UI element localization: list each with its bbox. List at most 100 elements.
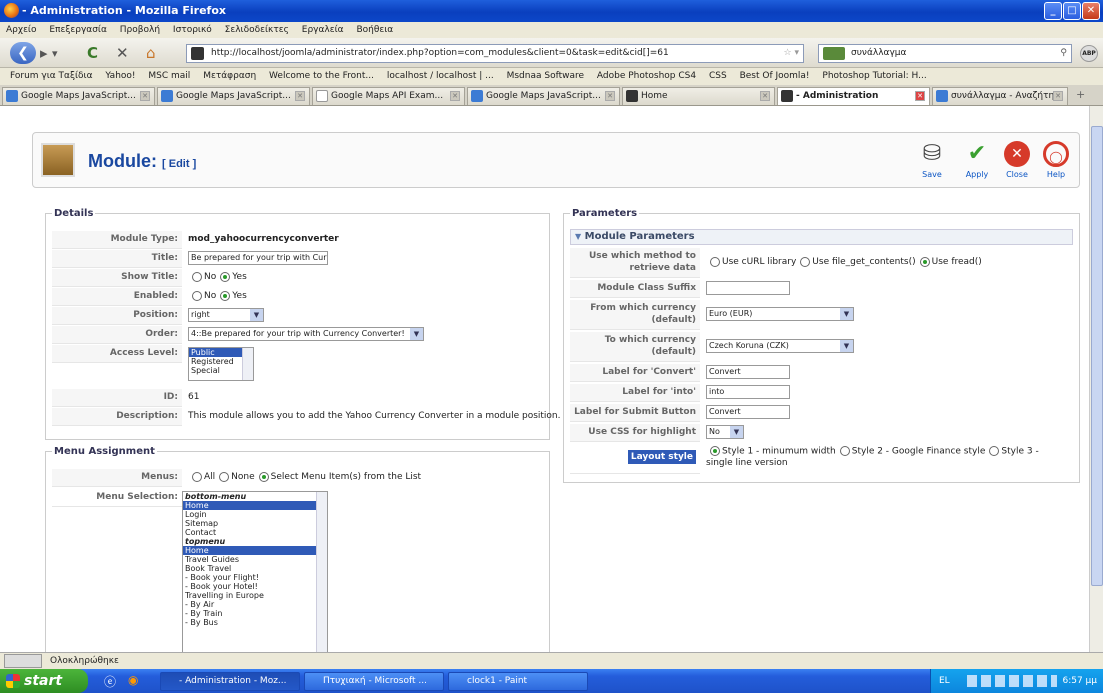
maximize-button[interactable]: □ bbox=[1063, 2, 1081, 20]
tab-close-icon[interactable]: ✕ bbox=[915, 91, 925, 101]
submit-label-input[interactable]: Convert bbox=[706, 404, 790, 419]
save-button[interactable]: ⛁ Save bbox=[912, 141, 952, 179]
menus-select-radio[interactable] bbox=[258, 471, 269, 482]
menu-option[interactable]: Home bbox=[183, 546, 327, 555]
menu-option[interactable]: - Book your Flight! bbox=[183, 573, 327, 582]
tab-maps-1[interactable]: Google Maps JavaScript... ✕ bbox=[2, 87, 155, 105]
convert-label-input[interactable]: Convert bbox=[706, 364, 790, 379]
ie-quicklaunch-icon[interactable]: ⓔ bbox=[104, 673, 116, 690]
scrollbar-thumb[interactable] bbox=[1091, 126, 1103, 586]
menu-option[interactable]: Travel Guides bbox=[183, 555, 327, 564]
tray-icons[interactable] bbox=[967, 675, 1057, 687]
position-select[interactable]: right ▼ bbox=[188, 307, 264, 322]
start-button[interactable]: start bbox=[0, 669, 88, 693]
search-box[interactable]: συνάλλαγμα ⚲ bbox=[818, 44, 1072, 63]
show-title-no-radio[interactable] bbox=[192, 271, 202, 282]
title-input[interactable]: Be prepared for your trip with Cur bbox=[188, 250, 328, 265]
menu-option[interactable]: Sitemap bbox=[183, 519, 327, 528]
apply-button[interactable]: ✔ Apply bbox=[957, 141, 997, 179]
bookmark-item[interactable]: Best Of Joomla! bbox=[740, 71, 810, 81]
menu-view[interactable]: Προβολή bbox=[120, 25, 160, 35]
menu-option[interactable]: - Book your Hotel! bbox=[183, 582, 327, 591]
forward-icon[interactable]: ▸ bbox=[40, 44, 48, 62]
tab-close-icon[interactable]: ✕ bbox=[450, 91, 460, 101]
menu-option[interactable]: Home bbox=[183, 501, 327, 510]
menu-bookmarks[interactable]: Σελιδοδείκτες bbox=[225, 25, 289, 35]
search-engine-icon[interactable] bbox=[823, 47, 845, 60]
order-select[interactable]: 4::Be prepared for your trip with Curren… bbox=[188, 326, 424, 341]
url-bar[interactable]: http://localhost/joomla/administrator/in… bbox=[186, 44, 804, 63]
bookmark-item[interactable]: MSC mail bbox=[148, 71, 190, 81]
tab-close-icon[interactable]: ✕ bbox=[760, 91, 770, 101]
tab-close-icon[interactable]: ✕ bbox=[605, 91, 615, 101]
class-suffix-input[interactable] bbox=[706, 280, 790, 295]
enabled-no-radio[interactable] bbox=[192, 290, 202, 301]
bookmark-item[interactable]: Forum για Ταξίδια bbox=[10, 71, 93, 81]
into-label-input[interactable]: into bbox=[706, 384, 790, 399]
menu-selection-listbox[interactable]: bottom-menu Home Login Sitemap Contact t… bbox=[182, 491, 328, 652]
style1-radio[interactable] bbox=[710, 446, 720, 456]
bookmark-item[interactable]: Welcome to the Front... bbox=[269, 71, 374, 81]
menu-option[interactable]: Login bbox=[183, 510, 327, 519]
bookmark-item[interactable]: Adobe Photoshop CS4 bbox=[597, 71, 696, 81]
tab-close-icon[interactable]: ✕ bbox=[140, 91, 150, 101]
tab-search[interactable]: συνάλλαγμα - Αναζήτη... ✕ bbox=[932, 87, 1068, 105]
enabled-yes-radio[interactable] bbox=[220, 290, 231, 301]
stop-icon[interactable]: ✕ bbox=[116, 44, 129, 62]
menu-option[interactable]: Book Travel bbox=[183, 564, 327, 573]
close-window-button[interactable]: ✕ bbox=[1082, 2, 1100, 20]
history-dropdown-icon[interactable]: ▾ bbox=[52, 47, 58, 60]
tab-home[interactable]: Home ✕ bbox=[622, 87, 775, 105]
task-word[interactable]: Πτυχιακή - Microsoft ... bbox=[304, 672, 444, 691]
method-fread-radio[interactable] bbox=[919, 256, 930, 267]
method-curl-radio[interactable] bbox=[710, 256, 720, 267]
tab-close-icon[interactable]: ✕ bbox=[1053, 91, 1063, 101]
tab-maps-3[interactable]: Google Maps JavaScript... ✕ bbox=[467, 87, 620, 105]
access-level-listbox[interactable]: Public Registered Special bbox=[188, 347, 254, 381]
firefox-quicklaunch-icon[interactable]: ◉ bbox=[128, 673, 138, 687]
bookmark-item[interactable]: Yahoo! bbox=[105, 71, 135, 81]
bookmark-item[interactable]: Msdnaa Software bbox=[507, 71, 584, 81]
language-indicator[interactable]: EL bbox=[939, 669, 950, 693]
adblock-icon[interactable]: ABP bbox=[1080, 45, 1098, 62]
menu-option[interactable]: Contact bbox=[183, 528, 327, 537]
to-currency-select[interactable]: Czech Koruna (CZK) ▼ bbox=[706, 338, 854, 353]
method-fgc-radio[interactable] bbox=[800, 256, 811, 267]
css-highlight-select[interactable]: No ▼ bbox=[706, 424, 744, 439]
style3-radio[interactable] bbox=[989, 446, 1000, 456]
menu-option[interactable]: - By Bus bbox=[183, 618, 327, 627]
search-icon[interactable]: ⚲ bbox=[1060, 45, 1067, 62]
bookmark-item[interactable]: CSS bbox=[709, 71, 727, 81]
reload-icon[interactable]: C bbox=[87, 44, 98, 62]
new-tab-icon[interactable]: + bbox=[1076, 88, 1085, 101]
bookmark-item[interactable]: Photoshop Tutorial: H... bbox=[822, 71, 926, 81]
menu-option[interactable]: - By Train bbox=[183, 609, 327, 618]
close-button[interactable]: ✕ Close bbox=[997, 141, 1037, 179]
menu-history[interactable]: Ιστορικό bbox=[173, 25, 212, 35]
back-button[interactable]: ❮ bbox=[10, 42, 36, 64]
module-parameters-panel-header[interactable]: ▼ Module Parameters bbox=[570, 229, 1073, 245]
home-icon[interactable]: ⌂ bbox=[146, 44, 156, 62]
task-firefox[interactable]: - Administration - Moz... bbox=[160, 672, 300, 691]
bookmark-item[interactable]: localhost / localhost | ... bbox=[387, 71, 494, 81]
menu-edit[interactable]: Επεξεργασία bbox=[49, 25, 107, 35]
from-currency-select[interactable]: Euro (EUR) ▼ bbox=[706, 306, 854, 321]
tab-maps-2[interactable]: Google Maps JavaScript... ✕ bbox=[157, 87, 310, 105]
tab-close-icon[interactable]: ✕ bbox=[295, 91, 305, 101]
style2-radio[interactable] bbox=[839, 446, 850, 456]
menu-file[interactable]: Αρχείο bbox=[6, 25, 37, 35]
status-icon[interactable] bbox=[4, 654, 42, 668]
task-paint[interactable]: clock1 - Paint bbox=[448, 672, 588, 691]
menu-tools[interactable]: Εργαλεία bbox=[302, 25, 344, 35]
bookmark-item[interactable]: Μετάφραση bbox=[203, 71, 256, 81]
listbox-scrollbar[interactable] bbox=[316, 492, 327, 652]
menu-option[interactable]: Travelling in Europe bbox=[183, 591, 327, 600]
help-button[interactable]: ◯ Help bbox=[1036, 141, 1076, 179]
listbox-scrollbar[interactable] bbox=[242, 348, 253, 380]
show-title-yes-radio[interactable] bbox=[220, 271, 231, 282]
menus-none-radio[interactable] bbox=[219, 471, 230, 482]
menu-help[interactable]: Βοήθεια bbox=[356, 25, 393, 35]
minimize-button[interactable]: _ bbox=[1044, 2, 1062, 20]
menu-option[interactable]: - By Air bbox=[183, 600, 327, 609]
bookmark-star-icon[interactable]: ☆ ▾ bbox=[784, 45, 799, 62]
